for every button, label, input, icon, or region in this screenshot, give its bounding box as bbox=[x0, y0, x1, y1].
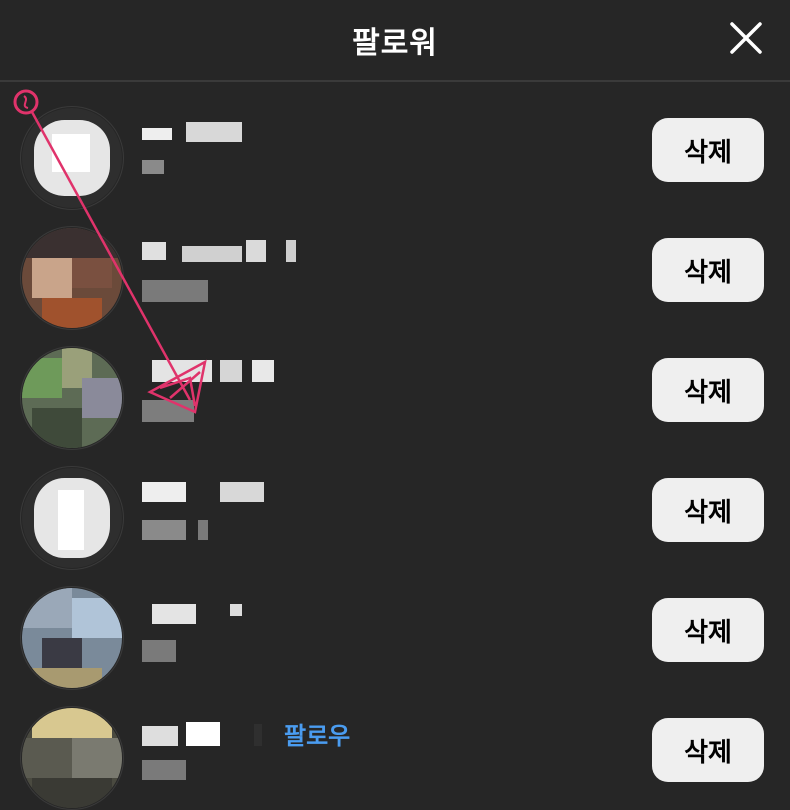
fullname-redacted bbox=[142, 640, 212, 662]
list-item: 삭제 bbox=[0, 210, 790, 330]
list-item: 삭제 bbox=[0, 450, 790, 570]
close-button[interactable] bbox=[726, 18, 766, 58]
follower-list: 삭제 삭제 삭제 삭제 삭제 팔로우 삭제 bbox=[0, 90, 790, 810]
delete-button[interactable]: 삭제 bbox=[652, 478, 764, 542]
close-icon bbox=[730, 22, 762, 54]
delete-button[interactable]: 삭제 bbox=[652, 598, 764, 662]
username-redacted bbox=[142, 600, 302, 626]
avatar[interactable] bbox=[22, 588, 122, 688]
fullname-redacted bbox=[142, 520, 212, 540]
username-redacted bbox=[142, 720, 302, 746]
avatar[interactable] bbox=[22, 228, 122, 328]
fullname-redacted bbox=[142, 160, 212, 180]
list-item: 삭제 bbox=[0, 570, 790, 690]
list-item: 삭제 bbox=[0, 330, 790, 450]
follow-link[interactable]: 팔로우 bbox=[284, 716, 350, 751]
avatar[interactable] bbox=[22, 108, 122, 208]
dialog-header: 팔로워 bbox=[0, 0, 790, 82]
avatar[interactable] bbox=[22, 348, 122, 448]
list-item: 팔로우 삭제 bbox=[0, 690, 790, 810]
username-redacted bbox=[142, 240, 302, 266]
username-redacted bbox=[142, 120, 302, 146]
list-item: 삭제 bbox=[0, 90, 790, 210]
avatar[interactable] bbox=[22, 468, 122, 568]
delete-button[interactable]: 삭제 bbox=[652, 118, 764, 182]
delete-button[interactable]: 삭제 bbox=[652, 238, 764, 302]
fullname-redacted bbox=[142, 280, 212, 302]
delete-button[interactable]: 삭제 bbox=[652, 358, 764, 422]
fullname-redacted bbox=[142, 400, 212, 422]
page-title: 팔로워 bbox=[352, 26, 438, 61]
username-redacted bbox=[142, 480, 302, 506]
avatar[interactable] bbox=[22, 708, 122, 808]
fullname-redacted bbox=[142, 760, 212, 780]
username-redacted bbox=[142, 360, 302, 386]
delete-button[interactable]: 삭제 bbox=[652, 718, 764, 782]
